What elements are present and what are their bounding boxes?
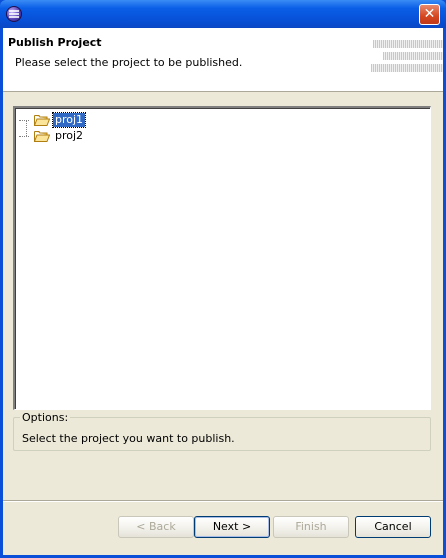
tree-connector [19,120,29,121]
wizard-message: Please select the project to be publishe… [15,56,243,69]
tree-item-proj2[interactable]: proj2 [19,128,219,144]
cancel-button[interactable]: Cancel [355,516,431,538]
dialog-window: ✕ Publish Project Please select the proj… [0,0,446,558]
tree-item-label[interactable]: proj2 [53,129,85,143]
options-group: Options: Select the project you want to … [13,411,431,451]
title-bar[interactable]: ✕ [0,0,446,28]
eclipse-app-icon [6,6,22,22]
options-description: Select the project you want to publish. [22,432,235,445]
options-legend: Options: [20,411,71,424]
wizard-header: Publish Project Please select the projec… [3,28,443,92]
button-bar-separator [3,500,443,502]
tree-item-proj1[interactable]: proj1 [19,112,219,136]
next-button[interactable]: Next > [194,516,270,538]
folder-open-icon [34,115,50,126]
wizard-title: Publish Project [8,36,102,49]
close-button[interactable]: ✕ [419,4,440,25]
wizard-banner-image [369,40,443,86]
project-tree[interactable]: proj1 proj2 [13,106,431,410]
dialog-client-area: Publish Project Please select the projec… [3,28,443,555]
folder-open-icon [34,131,50,142]
tree-connector [19,136,29,137]
finish-button[interactable]: Finish [273,516,349,538]
back-button[interactable]: < Back [118,516,194,538]
tree-item-label[interactable]: proj1 [51,112,87,128]
